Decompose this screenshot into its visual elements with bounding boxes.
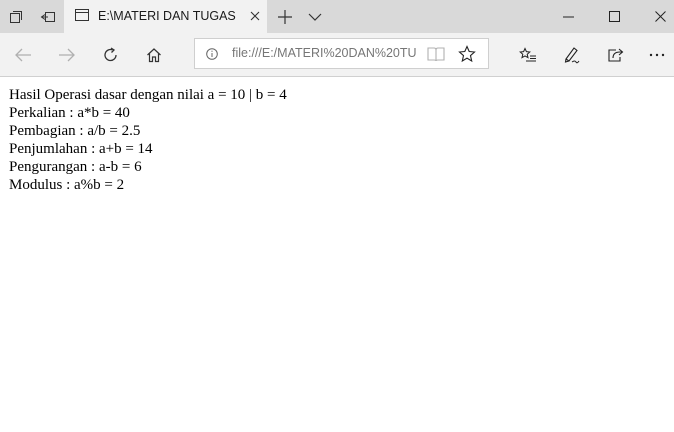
result-subtraction: Pengurangan : a-b = 6 [9,159,142,175]
navigation-toolbar: file:///E:/MATERI%20DAN%20TU [0,33,674,77]
web-note-pen-icon[interactable] [552,33,592,76]
page-icon [75,9,89,21]
tab-title: E:\MATERI DAN TUGAS [98,9,236,23]
active-tab[interactable]: E:\MATERI DAN TUGAS [64,0,267,33]
maximize-icon[interactable] [591,0,637,33]
share-icon[interactable] [596,33,636,76]
site-info-icon[interactable] [206,48,218,60]
tab-preview-chevron-icon[interactable] [300,0,330,33]
result-addition: Penjumlahan : a+b = 14 [9,141,153,157]
favorite-star-icon[interactable] [458,45,476,63]
back-icon[interactable] [3,33,43,76]
forward-icon[interactable] [47,33,87,76]
favorites-hub-icon[interactable] [508,33,548,76]
close-window-icon[interactable] [637,0,674,33]
address-bar[interactable]: file:///E:/MATERI%20DAN%20TU [194,38,489,69]
new-tab-icon[interactable] [270,0,300,33]
set-aside-tabs-icon[interactable] [32,0,64,33]
result-multiplication: Perkalian : a*b = 40 [9,105,130,121]
url-text[interactable]: file:///E:/MATERI%20DAN%20TU [232,46,418,60]
page-content: Hasil Operasi dasar dengan nilai a = 10 … [0,77,674,432]
home-icon[interactable] [134,33,174,76]
tab-manager-icon[interactable] [0,0,32,33]
result-modulus: Modulus : a%b = 2 [9,177,125,193]
minimize-icon[interactable] [545,0,591,33]
title-bar: E:\MATERI DAN TUGAS [0,0,674,33]
more-options-icon[interactable] [637,33,674,76]
close-tab-icon[interactable] [247,8,263,24]
refresh-icon[interactable] [91,33,131,76]
result-division: Pembagian : a/b = 2.5 [9,123,141,139]
result-heading: Hasil Operasi dasar dengan nilai a = 10 … [9,87,287,103]
reading-view-icon[interactable] [427,46,445,62]
